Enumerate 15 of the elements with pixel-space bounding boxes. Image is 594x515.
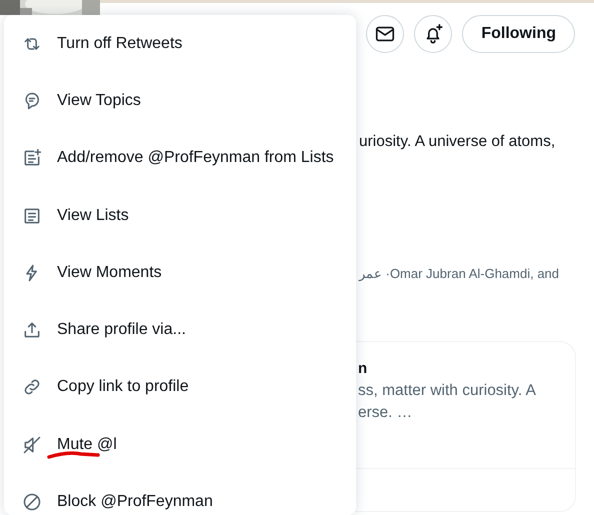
menu-item[interactable]: Share profile via...	[4, 301, 356, 359]
following-button[interactable]: Following	[462, 15, 575, 53]
menu-item[interactable]: Block @ProfFeynman	[4, 473, 356, 515]
menu-item[interactable]: View Lists	[4, 186, 356, 244]
menu-item[interactable]: Copy link to profile	[4, 358, 356, 416]
menu-item[interactable]: View Topics	[4, 72, 356, 130]
followers-text: عمر ·Omar Jubran Al-Ghamdi, and	[359, 265, 560, 284]
menu-item[interactable]: Add/remove @ProfFeynman from Lists	[4, 130, 356, 187]
card-text: erse. …	[358, 403, 414, 424]
menu-item[interactable]: View Moments	[4, 244, 356, 302]
card-text: ss, matter with curiosity. A	[358, 381, 538, 402]
bio-text: uriosity. A universe of atoms,	[359, 132, 556, 152]
menu-item[interactable]: Mute @l	[4, 416, 356, 474]
card-title: n	[358, 358, 368, 379]
menu-item[interactable]: Turn off Retweets	[4, 15, 356, 72]
